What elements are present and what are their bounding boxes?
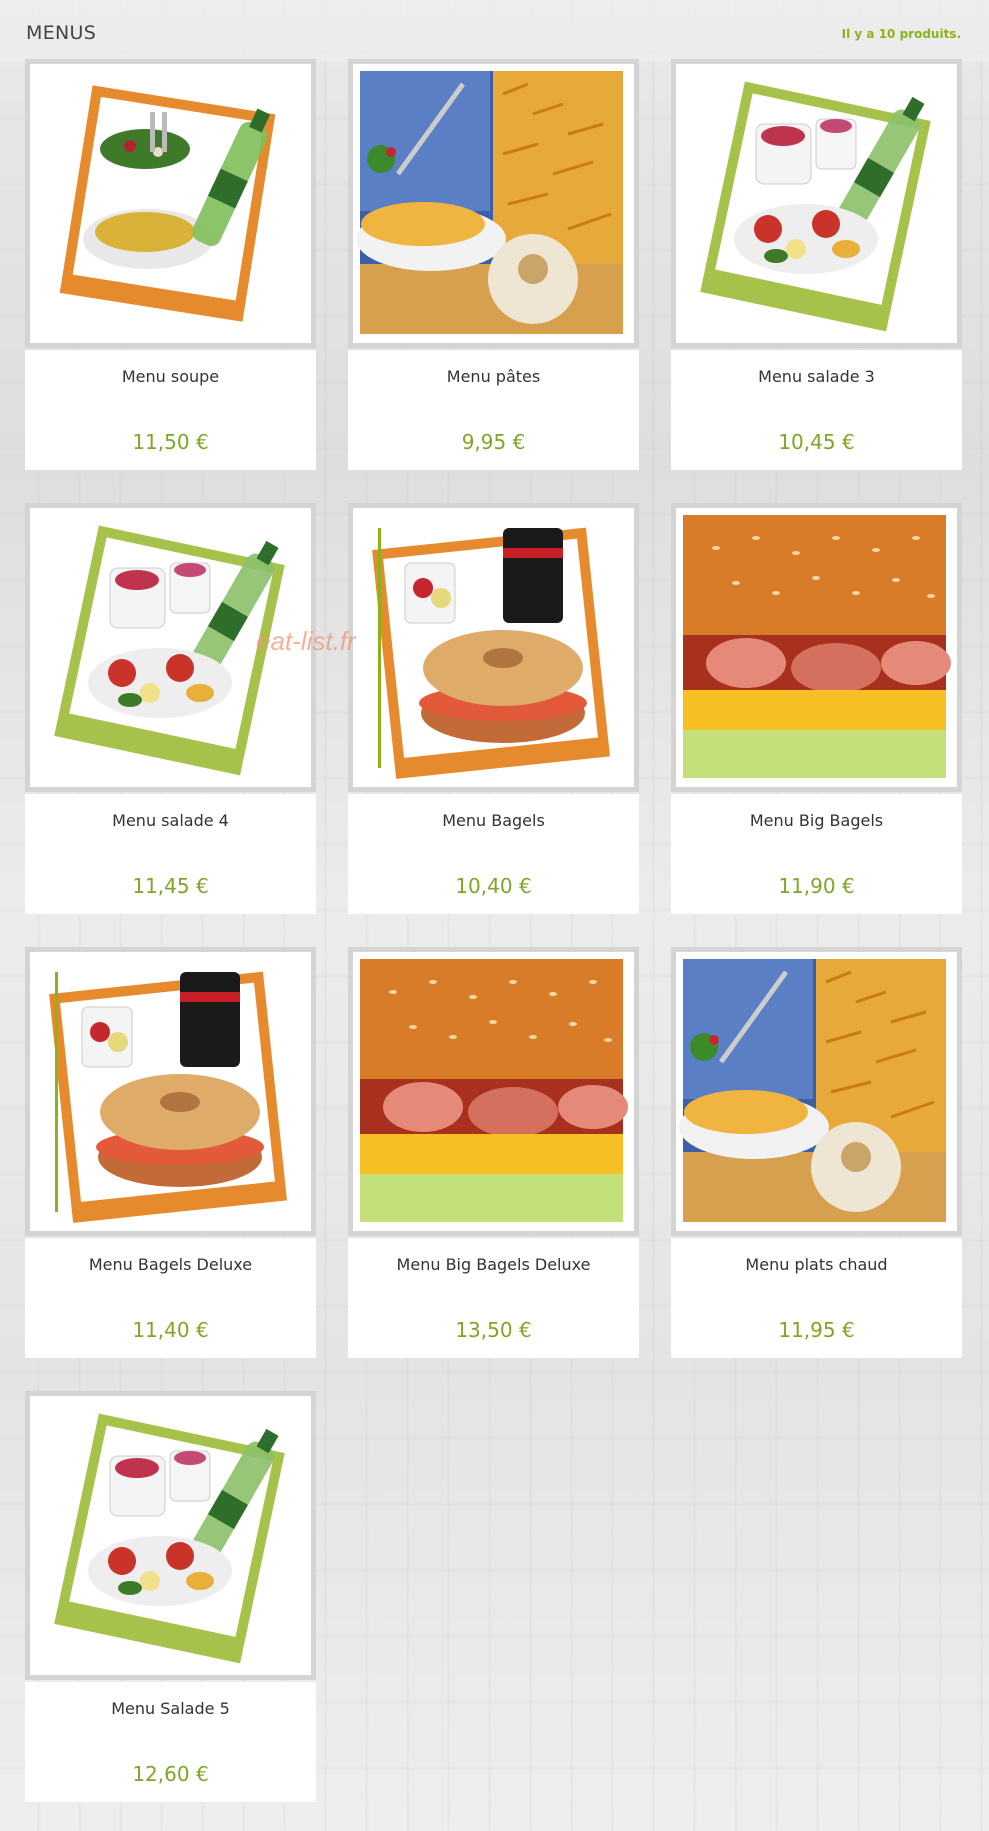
product-info: Menu salade 4 11,45 € xyxy=(25,794,316,914)
product-card[interactable]: Menu Big Bagels Deluxe 13,50 € xyxy=(348,947,639,1358)
product-price: 13,50 € xyxy=(455,1318,532,1342)
product-image[interactable] xyxy=(671,947,962,1236)
product-price: 12,60 € xyxy=(132,1762,209,1786)
product-name[interactable]: Menu Bagels xyxy=(348,811,639,830)
product-price: 9,95 € xyxy=(461,430,526,454)
product-name[interactable]: Menu Big Bagels xyxy=(671,811,962,830)
product-image[interactable] xyxy=(25,1391,316,1680)
product-price: 11,90 € xyxy=(778,874,855,898)
product-info: Menu salade 3 10,45 € xyxy=(671,350,962,470)
product-name[interactable]: Menu plats chaud xyxy=(671,1255,962,1274)
product-info: Menu plats chaud 11,95 € xyxy=(671,1238,962,1358)
product-image[interactable] xyxy=(25,947,316,1236)
product-name[interactable]: Menu pâtes xyxy=(348,367,639,386)
product-card[interactable]: Menu Bagels 10,40 € xyxy=(348,503,639,914)
product-name[interactable]: Menu salade 4 xyxy=(25,811,316,830)
product-grid: Menu soupe 11,50 € Menu pâtes 9,95 € Men… xyxy=(25,59,963,1802)
product-image[interactable] xyxy=(25,59,316,348)
product-card[interactable]: Menu Big Bagels 11,90 € xyxy=(671,503,962,914)
product-image[interactable] xyxy=(671,503,962,792)
product-name[interactable]: Menu Salade 5 xyxy=(25,1699,316,1718)
product-info: Menu Big Bagels 11,90 € xyxy=(671,794,962,914)
product-name[interactable]: Menu salade 3 xyxy=(671,367,962,386)
watermark-text: eat-list.fr xyxy=(256,626,356,656)
product-price: 11,45 € xyxy=(132,874,209,898)
page-title: MENUS xyxy=(26,22,97,44)
product-price: 11,50 € xyxy=(132,430,209,454)
product-name[interactable]: Menu soupe xyxy=(25,367,316,386)
product-name[interactable]: Menu Big Bagels Deluxe xyxy=(348,1255,639,1274)
product-price: 11,95 € xyxy=(778,1318,855,1342)
page-header: MENUS Il y a 10 produits. xyxy=(0,0,989,62)
product-price: 10,45 € xyxy=(778,430,855,454)
product-info: Menu soupe 11,50 € xyxy=(25,350,316,470)
product-info: Menu Bagels 10,40 € xyxy=(348,794,639,914)
product-card[interactable]: Menu pâtes 9,95 € xyxy=(348,59,639,470)
product-price: 11,40 € xyxy=(132,1318,209,1342)
product-image[interactable] xyxy=(671,59,962,348)
product-card[interactable]: Menu plats chaud 11,95 € xyxy=(671,947,962,1358)
product-image[interactable] xyxy=(348,947,639,1236)
product-card[interactable]: Menu Salade 5 12,60 € xyxy=(25,1391,316,1802)
product-info: Menu Big Bagels Deluxe 13,50 € xyxy=(348,1238,639,1358)
product-card[interactable]: Menu salade 3 10,45 € xyxy=(671,59,962,470)
product-count: Il y a 10 produits. xyxy=(841,27,961,41)
product-image[interactable] xyxy=(348,503,639,792)
product-info: Menu Salade 5 12,60 € xyxy=(25,1682,316,1802)
product-card[interactable]: Menu soupe 11,50 € xyxy=(25,59,316,470)
product-info: Menu Bagels Deluxe 11,40 € xyxy=(25,1238,316,1358)
product-name[interactable]: Menu Bagels Deluxe xyxy=(25,1255,316,1274)
product-price: 10,40 € xyxy=(455,874,532,898)
product-card[interactable]: Menu Bagels Deluxe 11,40 € xyxy=(25,947,316,1358)
product-card[interactable]: Menu salade 4 11,45 € xyxy=(25,503,316,914)
product-image[interactable] xyxy=(348,59,639,348)
product-info: Menu pâtes 9,95 € xyxy=(348,350,639,470)
